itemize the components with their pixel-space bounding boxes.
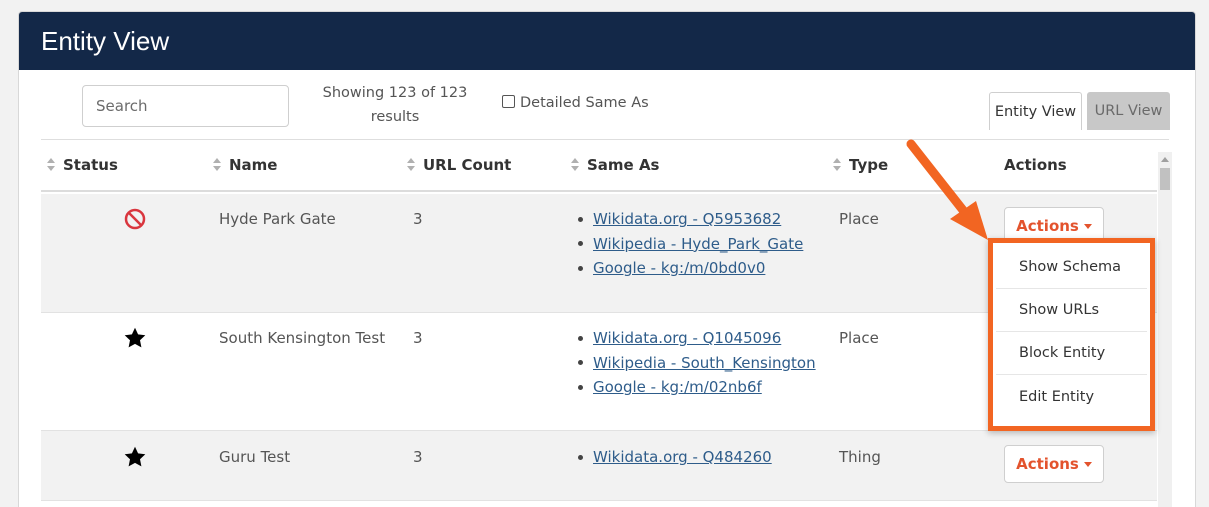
list-item: Google - kg:/m/0bd0v0 — [578, 256, 803, 281]
detailed-same-as-checkbox[interactable]: Detailed Same As — [502, 94, 649, 111]
url-count: 3 — [413, 210, 423, 228]
page-title: Entity View — [19, 12, 1195, 70]
menu-item-edit-entity[interactable]: Edit Entity — [996, 375, 1147, 418]
sort-icon — [213, 158, 222, 172]
sort-icon — [407, 158, 416, 172]
same-as-list: Wikidata.org - Q1045096 Wikipedia - Sout… — [578, 326, 816, 400]
list-item: Wikidata.org - Q1045096 — [578, 326, 816, 351]
same-as-link[interactable]: Wikipedia - Hyde_Park_Gate — [593, 235, 803, 253]
entity-name: South Kensington Test — [219, 329, 386, 347]
actions-button[interactable]: Actions — [1004, 445, 1104, 483]
sort-icon — [571, 158, 580, 172]
star-icon — [123, 326, 147, 354]
table-row: Guru Test 3 Wikidata.org - Q484260 Thing… — [41, 431, 1157, 501]
checkbox-box[interactable] — [502, 94, 515, 108]
menu-item-show-urls[interactable]: Show URLs — [996, 289, 1147, 332]
list-item: Wikidata.org - Q5953682 — [578, 207, 803, 232]
url-count: 3 — [413, 448, 423, 466]
menu-item-block-entity[interactable]: Block Entity — [996, 332, 1147, 375]
same-as-link[interactable]: Google - kg:/m/0bd0v0 — [593, 259, 765, 277]
url-count: 3 — [413, 329, 423, 347]
actions-dropdown-menu: Show Schema Show URLs Block Entity Edit … — [996, 246, 1147, 418]
same-as-link[interactable]: Wikidata.org - Q5953682 — [593, 210, 781, 228]
same-as-list: Wikidata.org - Q484260 — [578, 445, 772, 470]
list-item: Wikipedia - South_Kensington — [578, 351, 816, 376]
same-as-link[interactable]: Wikipedia - South_Kensington — [593, 354, 816, 372]
column-header-type[interactable]: Type — [833, 156, 888, 174]
sort-icon — [47, 158, 56, 172]
column-header-url-count[interactable]: URL Count — [407, 156, 511, 174]
search-input[interactable] — [82, 85, 289, 127]
list-item: Wikipedia - Hyde_Park_Gate — [578, 232, 803, 257]
results-count: Showing 123 of 123 results — [322, 85, 468, 125]
entity-type: Place — [839, 210, 879, 228]
scrollbar[interactable] — [1158, 152, 1172, 507]
same-as-list: Wikidata.org - Q5953682 Wikipedia - Hyde… — [578, 207, 803, 281]
caret-down-icon — [1083, 223, 1092, 229]
caret-down-icon — [1083, 461, 1092, 467]
sort-icon — [833, 158, 842, 172]
column-header-same-as[interactable]: Same As — [571, 156, 660, 174]
menu-item-show-schema[interactable]: Show Schema — [996, 246, 1147, 289]
entity-type: Place — [839, 329, 879, 347]
list-item: Wikidata.org - Q484260 — [578, 445, 772, 470]
entity-type: Thing — [839, 448, 881, 466]
scroll-up-icon[interactable] — [1161, 157, 1169, 162]
entity-name: Hyde Park Gate — [219, 210, 336, 228]
actions-dropdown-highlight: Show Schema Show URLs Block Entity Edit … — [988, 238, 1155, 431]
column-header-actions: Actions — [1004, 156, 1067, 174]
tab-url-view[interactable]: URL View — [1087, 92, 1170, 130]
same-as-link[interactable]: Google - kg:/m/02nb6f — [593, 378, 762, 396]
blocked-icon — [123, 207, 147, 235]
table-header: Status Name URL Count Same As Type Actio… — [41, 140, 1157, 192]
entity-name: Guru Test — [219, 448, 291, 466]
column-header-name[interactable]: Name — [213, 156, 277, 174]
column-header-status[interactable]: Status — [47, 156, 118, 174]
scrollbar-thumb[interactable] — [1160, 168, 1170, 190]
star-icon — [123, 445, 147, 473]
same-as-link[interactable]: Wikidata.org - Q484260 — [593, 448, 772, 466]
list-item: Google - kg:/m/02nb6f — [578, 375, 816, 400]
tab-entity-view[interactable]: Entity View — [989, 92, 1082, 130]
same-as-link[interactable]: Wikidata.org - Q1045096 — [593, 329, 781, 347]
